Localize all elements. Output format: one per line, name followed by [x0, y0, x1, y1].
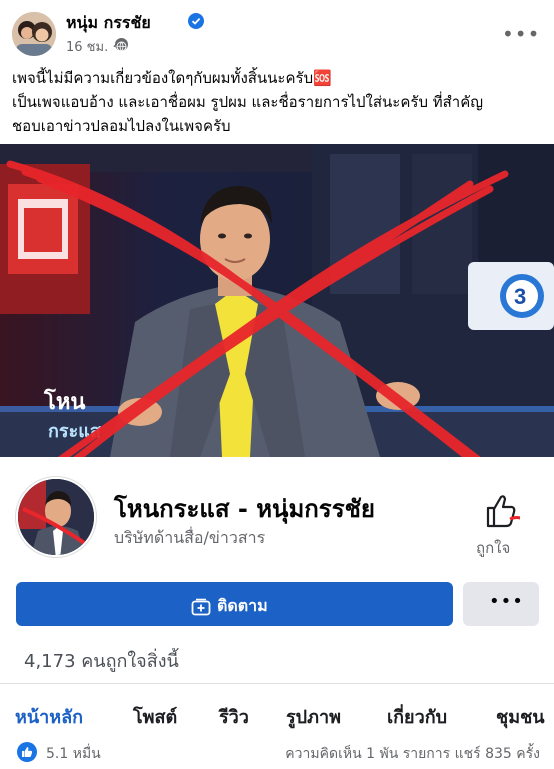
tab-photos[interactable]: รูปภาพ [286, 702, 341, 731]
author-name[interactable]: หนุ่ม กรรชัย [66, 11, 151, 36]
tab-community[interactable]: ชุมชน [496, 702, 545, 731]
tab-about[interactable]: เกี่ยวกับ [387, 702, 447, 731]
post-footer: 5.1 หมื่น ความคิดเห็น 1 พัน รายการ แชร์ … [0, 736, 554, 769]
post-more-icon[interactable]: ••• [502, 22, 540, 46]
channel-logo-text: 3 [514, 284, 526, 309]
post-text-line: ชอบเอาข่าวปลอมไปลงในเพจครับ [12, 117, 231, 135]
author-avatar[interactable] [12, 12, 56, 56]
reaction-count[interactable]: 5.1 หมื่น [46, 743, 101, 765]
more-icon: ••• [489, 591, 524, 612]
globe-icon [115, 38, 128, 52]
follow-button-label: ติดตาม [217, 596, 268, 615]
like-reaction-icon[interactable] [17, 742, 37, 762]
follow-button[interactable]: ติดตาม [16, 582, 453, 626]
thumbs-up-icon [486, 495, 520, 528]
tab-home[interactable]: หน้าหลัก [15, 702, 83, 731]
tab-posts[interactable]: โพสต์ [133, 702, 177, 731]
page-likes-count: 4,173 คนถูกใจสิ่งนี้ [24, 651, 179, 672]
tab-reviews[interactable]: รีวิว [219, 702, 249, 731]
page-category: บริษัทด้านสื่อ/ข่าวสาร [114, 528, 266, 547]
verified-badge-icon [188, 13, 204, 29]
post-photo[interactable]: 3 โหน กระแส [0, 144, 554, 457]
follow-add-icon [191, 598, 211, 615]
post-text-line: เพจนี้ไม่มีความเกี่ยวข้องใดๆกับผมทั้งสิ้… [12, 69, 332, 87]
comment-share-stats[interactable]: ความคิดเห็น 1 พัน รายการ แชร์ 835 ครั้ง [285, 743, 540, 765]
post-text-line: เป็นเพจแอบอ้าง และเอาชื่อผม รูปผม และชื่… [12, 93, 484, 111]
page-more-button[interactable]: ••• [463, 582, 539, 626]
post-header: หนุ่ม กรรชัย 16 ชม. · ••• [0, 0, 554, 62]
post-time[interactable]: 16 ชม. · [66, 36, 116, 57]
page-like-button[interactable]: ถูกใจ [466, 491, 536, 561]
post-text: เพจนี้ไม่มีความเกี่ยวข้องใดๆกับผมทั้งสิ้… [12, 66, 547, 138]
page-like-label: ถูกใจ [476, 539, 511, 557]
page-tabs: หน้าหลัก โพสต์ รีวิว รูปภาพ เกี่ยวกับ ชุ… [0, 684, 554, 732]
show-logo-top: โหน [43, 388, 85, 415]
page-avatar[interactable] [16, 477, 96, 557]
page-card: โหนกระแส - หนุ่มกรรชัย บริษัทด้านสื่อ/ข่… [0, 457, 554, 677]
page-name[interactable]: โหนกระแส - หนุ่มกรรชัย [114, 489, 375, 528]
